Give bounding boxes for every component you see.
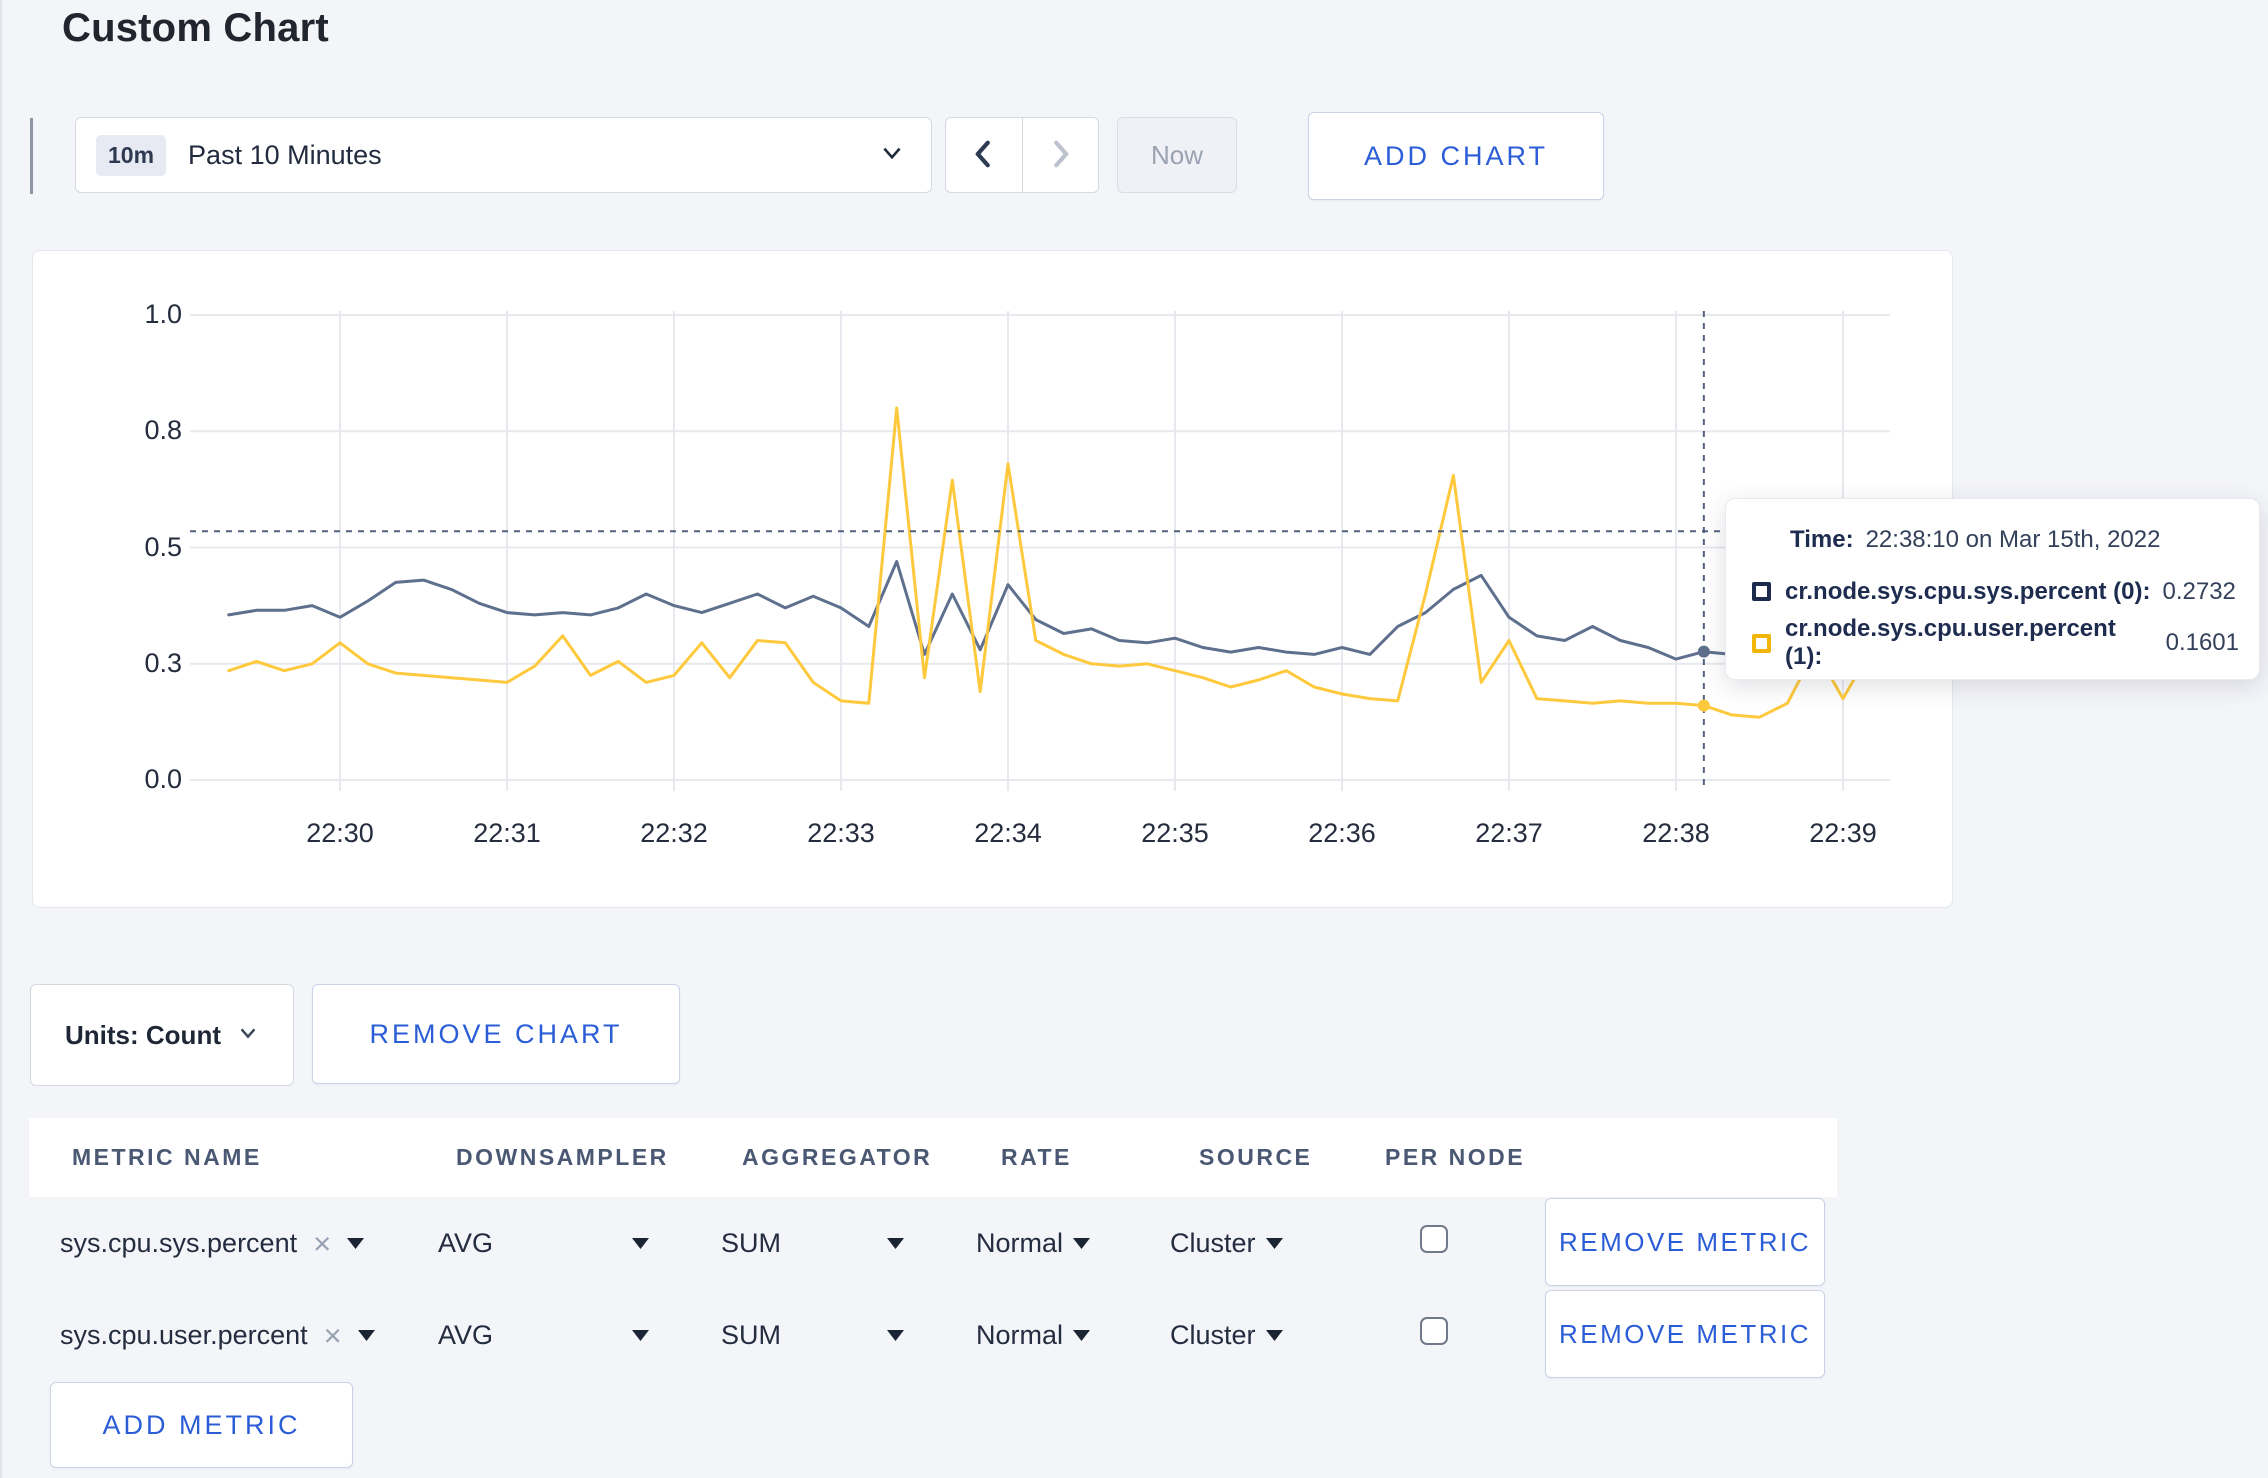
source-select[interactable]: Cluster [1170, 1289, 1283, 1381]
col-metric-name: METRIC NAME [72, 1144, 262, 1170]
x-tick-label: 22:32 [640, 818, 708, 848]
x-tick-label: 22:31 [473, 818, 541, 848]
tooltip-series-name: cr.node.sys.cpu.user.percent (1): [1785, 615, 2116, 670]
col-aggregator: AGGREGATOR [742, 1144, 933, 1170]
y-tick-label: 0.8 [144, 415, 182, 446]
clear-metric-icon[interactable]: × [324, 1320, 342, 1351]
tooltip-series-row: cr.node.sys.cpu.user.percent (1): 0.1601 [1752, 615, 2239, 670]
time-range-badge: 10m [96, 134, 167, 176]
downsampler-value: AVG [438, 1227, 494, 1258]
tooltip-series-row: cr.node.sys.cpu.sys.percent (0): 0.2732 [1752, 576, 2239, 608]
per-node-checkbox[interactable] [1420, 1317, 1448, 1345]
col-source: SOURCE [1199, 1144, 1313, 1170]
series-sys-swatch-icon [1752, 582, 1771, 601]
prev-interval-button[interactable] [946, 118, 1023, 192]
caret-down-icon [1073, 1237, 1091, 1249]
rate-select[interactable]: Normal [976, 1197, 1091, 1289]
metrics-table-header: METRIC NAME DOWNSAMPLER AGGREGATOR RATE … [29, 1118, 1837, 1197]
tooltip-series-name: cr.node.sys.cpu.sys.percent (0): [1785, 577, 2151, 605]
aggregator-select[interactable]: SUM [721, 1289, 781, 1381]
source-value: Cluster [1170, 1319, 1256, 1350]
col-rate: RATE [1001, 1144, 1072, 1170]
x-tick-label: 22:38 [1642, 818, 1710, 848]
metric-name-select[interactable]: sys.cpu.sys.percent × [60, 1197, 365, 1289]
metric-name-value: sys.cpu.user.percent [60, 1319, 308, 1350]
window-edge [0, 0, 2, 1478]
chevron-down-icon [237, 1022, 259, 1049]
rate-select[interactable]: Normal [976, 1289, 1091, 1381]
chart-plot[interactable] [190, 305, 1890, 797]
y-tick-label: 0.5 [144, 531, 182, 562]
clear-metric-icon[interactable]: × [313, 1228, 331, 1259]
tooltip-time-value: 22:38:10 on Mar 15th, 2022 [1865, 526, 2161, 553]
metric-name-select[interactable]: sys.cpu.user.percent × [60, 1289, 375, 1381]
caret-down-icon[interactable] [887, 1289, 904, 1381]
rate-value: Normal [976, 1227, 1064, 1258]
page-title: Custom Chart [62, 6, 329, 50]
caret-down-icon [1265, 1237, 1283, 1249]
downsampler-select[interactable]: AVG [438, 1289, 493, 1381]
caret-down-icon [347, 1237, 365, 1249]
y-tick-label: 0.0 [144, 764, 182, 794]
x-tick-label: 22:35 [1141, 818, 1209, 848]
now-button[interactable]: Now [1117, 117, 1237, 193]
y-tick-label: 0.3 [144, 647, 182, 678]
section-divider [30, 118, 33, 194]
chevron-right-icon [1045, 138, 1075, 173]
metric-name-value: sys.cpu.sys.percent [60, 1227, 298, 1258]
metric-row: sys.cpu.sys.percent × AVG SUM Normal Clu… [29, 1197, 1837, 1289]
series-user-swatch-icon [1752, 633, 1771, 653]
caret-down-icon[interactable] [632, 1289, 649, 1381]
remove-metric-button[interactable]: REMOVE METRIC [1545, 1290, 1825, 1378]
chart-tooltip: Time: 22:38:10 on Mar 15th, 2022 cr.node… [1725, 498, 2260, 680]
aggregator-select[interactable]: SUM [721, 1197, 781, 1289]
source-value: Cluster [1170, 1227, 1256, 1258]
downsampler-select[interactable]: AVG [438, 1197, 493, 1289]
tooltip-time-label: Time: [1790, 526, 1854, 553]
x-tick-label: 22:34 [974, 818, 1042, 848]
time-pager [945, 117, 1099, 193]
caret-down-icon[interactable] [887, 1197, 904, 1289]
aggregator-value: SUM [721, 1319, 781, 1350]
caret-down-icon[interactable] [632, 1197, 649, 1289]
units-select[interactable]: Units: Count [30, 984, 294, 1086]
caret-down-icon [1265, 1329, 1283, 1341]
remove-chart-button[interactable]: REMOVE CHART [312, 984, 680, 1084]
col-downsampler: DOWNSAMPLER [456, 1144, 669, 1170]
tooltip-series-value: 0.1601 [2165, 629, 2239, 656]
per-node-checkbox[interactable] [1420, 1225, 1448, 1253]
col-per-node: PER NODE [1385, 1144, 1526, 1170]
units-label: Units: Count [65, 1019, 221, 1050]
tooltip-time-row: Time: 22:38:10 on Mar 15th, 2022 [1752, 524, 2239, 556]
aggregator-value: SUM [721, 1227, 781, 1258]
remove-metric-button[interactable]: REMOVE METRIC [1545, 1198, 1825, 1286]
add-chart-button[interactable]: ADD CHART [1308, 112, 1604, 200]
time-range-select[interactable]: 10m Past 10 Minutes [75, 117, 932, 193]
rate-value: Normal [976, 1319, 1064, 1350]
y-tick-label: 1.0 [144, 299, 182, 329]
x-tick-label: 22:39 [1809, 818, 1877, 848]
add-metric-button[interactable]: ADD METRIC [50, 1382, 353, 1468]
next-interval-button[interactable] [1023, 118, 1099, 192]
caret-down-icon [1073, 1329, 1091, 1341]
caret-down-icon [357, 1329, 375, 1341]
x-tick-label: 22:33 [807, 818, 875, 848]
metric-row: sys.cpu.user.percent × AVG SUM Normal Cl… [29, 1289, 1837, 1381]
tooltip-series-value: 0.2732 [2162, 577, 2236, 605]
x-tick-label: 22:30 [306, 818, 374, 848]
x-tick-label: 22:36 [1308, 818, 1376, 848]
chevron-down-icon [879, 140, 905, 171]
source-select[interactable]: Cluster [1170, 1197, 1283, 1289]
x-tick-label: 22:37 [1475, 818, 1543, 848]
chevron-left-icon [969, 138, 999, 173]
time-range-label: Past 10 Minutes [188, 139, 382, 170]
downsampler-value: AVG [438, 1319, 494, 1350]
